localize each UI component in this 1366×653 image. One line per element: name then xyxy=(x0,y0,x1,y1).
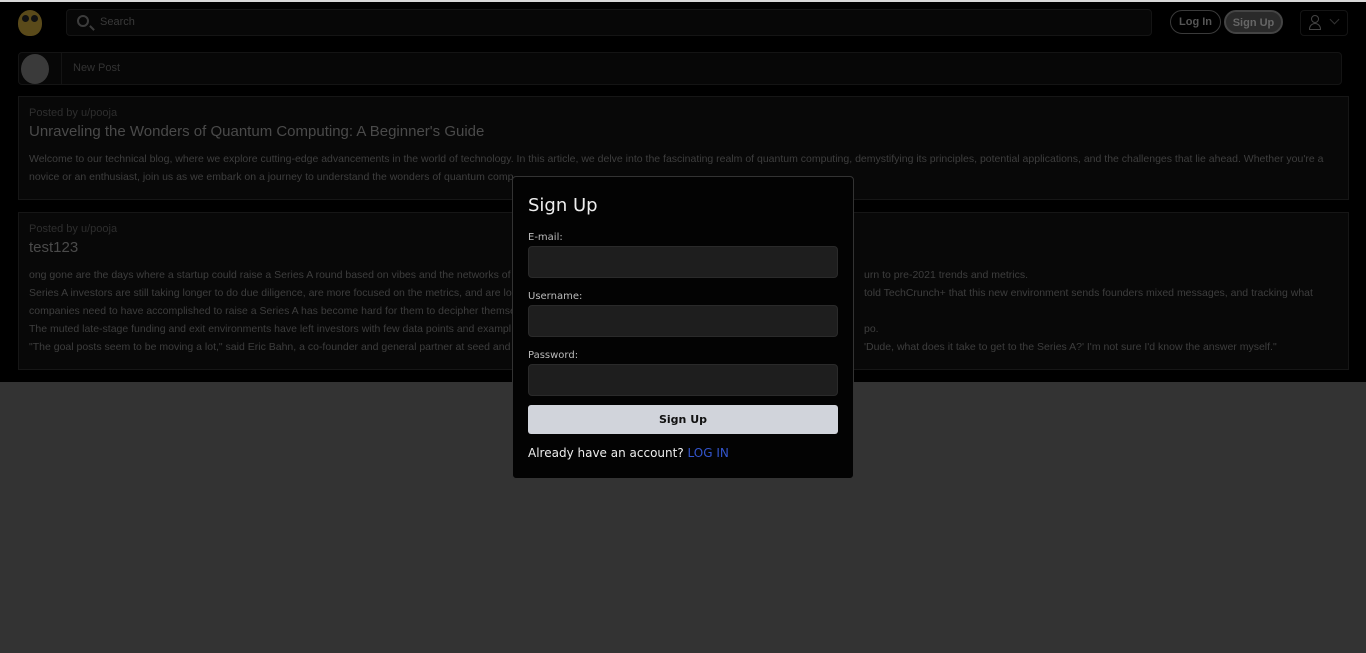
post-author[interactable]: Posted by u/pooja xyxy=(29,107,1338,119)
post-text: novice or an enthusiast, join us as we e… xyxy=(29,171,514,183)
chevron-down-icon xyxy=(1329,14,1340,25)
post-text: told TechCrunch+ that this new environme… xyxy=(864,287,1313,299)
signup-submit-button[interactable]: Sign Up xyxy=(528,405,838,434)
post-text: The muted late-stage funding and exit en… xyxy=(29,323,512,335)
user-menu-button[interactable] xyxy=(1300,10,1348,36)
login-prompt: Already have an account? LOG IN xyxy=(528,446,838,460)
username-label: Username: xyxy=(528,291,583,302)
login-link[interactable]: LOG IN xyxy=(688,446,729,460)
search-placeholder: Search xyxy=(100,16,135,28)
signup-button[interactable]: Sign Up xyxy=(1224,10,1283,34)
post-text: "The goal posts seem to be moving a lot,… xyxy=(29,341,520,353)
app-logo[interactable] xyxy=(18,10,42,36)
post-text: ong gone are the days where a startup co… xyxy=(29,269,516,281)
search-icon xyxy=(77,15,89,27)
post-line: Welcome to our technical blog, where we … xyxy=(29,150,1338,168)
signup-modal: Sign Up E-mail: Username: Password: Sign… xyxy=(512,176,854,479)
email-field[interactable] xyxy=(528,246,838,278)
post-text: 'Dude, what does it take to get to the S… xyxy=(864,341,1277,353)
login-button[interactable]: Log In xyxy=(1170,10,1221,34)
email-label: E-mail: xyxy=(528,232,563,243)
modal-title: Sign Up xyxy=(528,195,598,216)
post-text: companies need to have accomplished to r… xyxy=(29,305,516,317)
post-text: Series A investors are still taking long… xyxy=(29,287,518,299)
post-text: po. xyxy=(864,323,879,335)
user-icon xyxy=(1311,15,1319,23)
new-post-bar: New Post xyxy=(18,52,1342,85)
post-text: urn to pre-2021 trends and metrics. xyxy=(864,269,1029,281)
user-icon-body xyxy=(1309,23,1321,30)
post-text: Welcome to our technical blog, where we … xyxy=(29,153,1324,165)
username-field[interactable] xyxy=(528,305,838,337)
password-label: Password: xyxy=(528,350,579,361)
password-field[interactable] xyxy=(528,364,838,396)
new-post-input[interactable]: New Post xyxy=(61,53,1341,84)
post-title[interactable]: Unraveling the Wonders of Quantum Comput… xyxy=(29,123,1338,140)
avatar xyxy=(21,54,49,84)
login-prompt-text: Already have an account? xyxy=(528,446,684,460)
search-input[interactable]: Search xyxy=(66,9,1152,36)
